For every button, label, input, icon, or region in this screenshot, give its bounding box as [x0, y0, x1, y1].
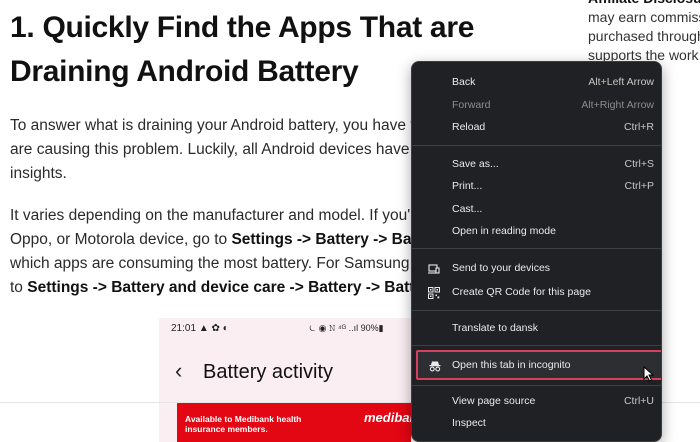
send-to-devices-icon: [428, 264, 440, 274]
menu-item-cast[interactable]: Cast...: [412, 199, 661, 221]
article-paragraph-2: It varies depending on the manufacturer …: [10, 204, 435, 300]
menu-item-reload[interactable]: Reload Ctrl+R: [412, 117, 661, 139]
paragraph-line: to Settings -> Battery and device care -…: [10, 276, 430, 300]
phone-status-right: ⏾ ◉ 𝙽 ⁴ᴳ ..ıl 90%▮: [309, 323, 384, 333]
menu-item-shortcut: Alt+Left Arrow: [588, 76, 654, 88]
paragraph-line: are causing this problem. Luckily, all A…: [10, 141, 432, 158]
paragraph-line: Oppo, or Motorola device, go to Settings…: [10, 228, 430, 252]
ad-brand: medibank Live Bet: [364, 410, 411, 425]
phone-screen-title: Battery activity: [203, 361, 334, 383]
menu-item-label: View page source: [452, 395, 536, 407]
affiliate-disclosure: Affiliate Disclosu may earn commiss purc…: [588, 0, 700, 65]
ad-banner[interactable]: Available to Medibank health insurance m…: [177, 403, 411, 442]
menu-item-label: Open in reading mode: [452, 225, 556, 237]
menu-item-shortcut: Alt+Right Arrow: [581, 99, 654, 111]
disclosure-line: purchased through: [588, 28, 700, 44]
back-arrow-icon: ‹: [175, 358, 183, 383]
menu-item-label: Inspect: [452, 417, 486, 429]
menu-item-reading-mode[interactable]: Open in reading mode: [412, 221, 661, 243]
menu-item-label: Print...: [452, 180, 483, 192]
menu-item-qr-code[interactable]: Create QR Code for this page: [412, 282, 661, 304]
menu-item-translate[interactable]: Translate to dansk: [412, 318, 661, 340]
menu-separator: [412, 145, 661, 146]
menu-item-inspect[interactable]: Inspect: [412, 413, 661, 435]
menu-item-label: Cast...: [452, 203, 483, 215]
menu-item-label: Open this tab in incognito: [452, 359, 571, 371]
menu-separator: [412, 310, 661, 311]
menu-item-label: Translate to dansk: [452, 322, 538, 334]
menu-item-back[interactable]: Back Alt+Left Arrow: [412, 72, 661, 94]
menu-separator: [412, 345, 661, 346]
menu-item-shortcut: Ctrl+S: [624, 158, 654, 170]
paragraph-line: It varies depending on the manufacturer …: [10, 207, 424, 224]
paragraph-text: Oppo, or Motorola device, go to: [10, 231, 232, 248]
menu-item-open-incognito[interactable]: Open this tab in incognito: [416, 350, 661, 380]
settings-path-text: Settings -> Battery and device care -> B…: [27, 279, 424, 296]
menu-item-shortcut: Ctrl+U: [623, 395, 654, 407]
menu-item-send-to-devices[interactable]: Send to your devices: [412, 258, 661, 280]
mouse-cursor-icon: [643, 366, 655, 382]
menu-item-label: Back: [452, 76, 476, 88]
menu-separator: [412, 385, 661, 386]
menu-item-label: Save as...: [452, 158, 499, 170]
menu-item-view-source[interactable]: View page source Ctrl+U: [412, 391, 661, 413]
menu-separator: [412, 248, 661, 249]
menu-item-print[interactable]: Print... Ctrl+P: [412, 176, 661, 198]
menu-item-forward[interactable]: Forward Alt+Right Arrow: [412, 95, 661, 117]
menu-item-shortcut: Ctrl+R: [623, 121, 654, 133]
menu-item-label: Forward: [452, 99, 491, 111]
menu-item-label: Reload: [452, 121, 486, 133]
settings-path-text: Settings -> Battery -> Batt: [231, 231, 422, 248]
article-paragraph-1: To answer what is draining your Android …: [10, 114, 436, 186]
paragraph-line: which apps are consuming the most batter…: [10, 255, 435, 272]
menu-item-label: Send to your devices: [452, 262, 551, 274]
incognito-icon: [429, 361, 441, 372]
menu-item-shortcut: Ctrl+P: [624, 180, 654, 192]
paragraph-text: to: [10, 279, 28, 296]
disclosure-line: may earn commiss: [588, 9, 700, 25]
status-icons: ▲ ✿ ◐: [198, 323, 229, 334]
ad-text: Available to Medibank health insurance m…: [185, 414, 302, 434]
qr-code-icon: [428, 287, 440, 299]
paragraph-line: insights.: [10, 165, 67, 182]
menu-item-label: Create QR Code for this page: [452, 286, 591, 298]
affiliate-title: Affiliate Disclosu: [588, 0, 700, 8]
paragraph-line: To answer what is draining your Android …: [10, 117, 436, 134]
context-menu: Back Alt+Left Arrow Forward Alt+Right Ar…: [411, 61, 662, 442]
menu-item-save-as[interactable]: Save as... Ctrl+S: [412, 154, 661, 176]
phone-status-time: 21:01 ▲ ✿ ◐: [171, 323, 229, 334]
